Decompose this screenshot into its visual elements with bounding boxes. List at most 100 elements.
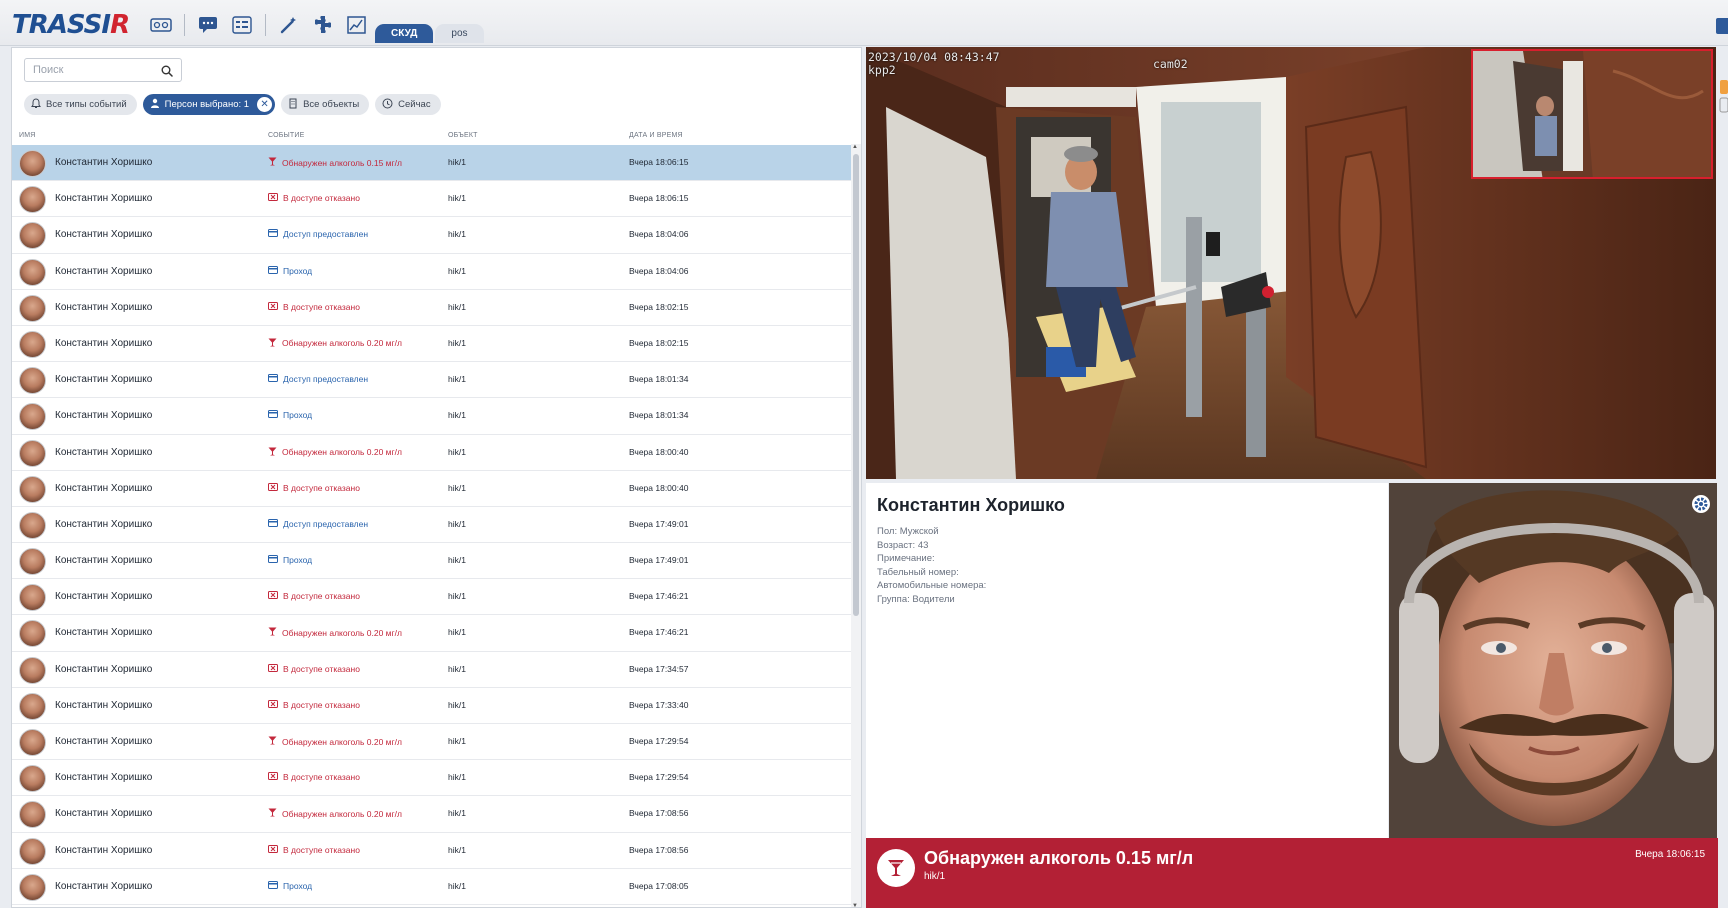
person-photo <box>1389 483 1717 838</box>
row-name: Константин Хоришко <box>55 555 153 567</box>
table-row[interactable]: Константин Хоришко Проход hik/1 Вчера 17:49… <box>12 543 852 580</box>
edit-chart-icon[interactable] <box>344 12 370 38</box>
panel-toggle-icon[interactable] <box>1716 18 1728 34</box>
row-event: Обнаружен алкоголь 0.20 мг/л <box>268 447 402 458</box>
table-row[interactable]: Константин Хоришко Обнаружен алкоголь 0.2… <box>12 326 852 363</box>
toolbar-separator <box>265 14 266 36</box>
table-row[interactable]: Константин Хоришко В доступе отказано hik/… <box>12 181 852 218</box>
avatar <box>19 692 46 720</box>
filter-event-types[interactable]: Все типы событий <box>24 94 137 115</box>
row-object: hik/1 <box>448 193 466 204</box>
table-row[interactable]: Константин Хоришко Обнаружен алкоголь 0.2… <box>12 435 852 471</box>
table-row[interactable]: Константин Хоришко Проход hik/1 Вчера 18:01… <box>12 398 852 435</box>
table-row[interactable]: Константин Хоришко В доступе отказано hik/… <box>12 471 852 507</box>
filter-objects[interactable]: Все объекты <box>281 94 370 115</box>
table-row[interactable]: Константин Хоришко Проход hik/1 Вчера 17:08… <box>12 869 852 905</box>
row-event-label: Обнаружен алкоголь 0.20 мг/л <box>282 627 402 638</box>
tab-pos[interactable]: pos <box>435 24 484 43</box>
puzzle-icon[interactable] <box>310 12 336 38</box>
row-datetime: Вчера 18:01:34 <box>629 410 689 421</box>
tape-icon[interactable] <box>148 12 174 38</box>
table-row[interactable]: Константин Хоришко Обнаружен алкоголь 0.2… <box>12 724 852 761</box>
table-scrollbar[interactable]: ▲ ▼ <box>851 144 861 907</box>
alert-time: Вчера 18:06:15 <box>1635 849 1705 860</box>
person-attributes: Пол: Мужской Возраст: 43 Примечание: Таб… <box>877 525 986 607</box>
column-header-name[interactable]: ИМЯ <box>19 132 36 139</box>
table-row[interactable]: Константин Хоришко Доступ предоставлен hik… <box>12 507 852 544</box>
card-denied-icon <box>268 482 278 493</box>
row-event: Обнаружен алкоголь 0.20 мг/л <box>268 736 402 747</box>
search-input[interactable] <box>33 62 153 78</box>
table-row[interactable]: Константин Хоришко В доступе отказано hik/… <box>12 290 852 326</box>
scroll-down-icon[interactable]: ▼ <box>852 903 858 907</box>
avatar <box>19 584 46 612</box>
tab-skud[interactable]: СКУД <box>375 24 434 43</box>
table-row[interactable]: Константин Хоришко В доступе отказано hik/… <box>12 688 852 724</box>
column-header-object[interactable]: ОБЪЕКТ <box>448 132 478 139</box>
filter-label: Сейчас <box>398 99 431 110</box>
gear-icon[interactable] <box>1691 494 1711 514</box>
pip-camera-view[interactable] <box>1471 49 1713 179</box>
row-name: Константин Хоришко <box>55 301 153 313</box>
row-event-label: Проход <box>283 555 313 566</box>
column-header-datetime[interactable]: ДАТА И ВРЕМЯ <box>629 132 683 139</box>
table-row[interactable]: Константин Хоришко В доступе отказано hik/… <box>12 579 852 616</box>
table-row[interactable]: Константин Хоришко Проход hik/1 Вчера 18:04… <box>12 254 852 290</box>
row-object: hik/1 <box>448 410 466 421</box>
row-name: Константин Хоришко <box>55 482 153 494</box>
list-icon[interactable] <box>229 12 255 38</box>
column-header-event[interactable]: СОБЫТИЕ <box>268 132 305 139</box>
row-object: hik/1 <box>448 446 466 457</box>
table-row[interactable]: Константин Хоришко Доступ предоставлен hik… <box>12 362 852 399</box>
chat-icon[interactable] <box>195 12 221 38</box>
row-name: Константин Хоришко <box>55 446 153 458</box>
avatar <box>19 330 46 358</box>
row-name: Константин Хоришко <box>55 699 153 711</box>
table-row[interactable]: Константин Хоришко Доступ предоставлен hik… <box>12 217 852 254</box>
search-icon[interactable] <box>161 64 173 82</box>
card-icon <box>268 374 278 384</box>
table-header: ИМЯ СОБЫТИЕ ОБЪЕКТ ДАТА И ВРЕМЯ <box>12 129 852 143</box>
row-datetime: Вчера 18:02:15 <box>629 301 689 312</box>
row-name: Константин Хоришко <box>55 772 153 784</box>
avatar <box>19 222 46 250</box>
avatar <box>19 729 46 756</box>
person-name: Константин Хоришко <box>877 495 1065 515</box>
row-event: Обнаружен алкоголь 0.20 мг/л <box>268 338 402 349</box>
row-datetime: Вчера 17:08:56 <box>629 808 689 819</box>
row-object: hik/1 <box>448 374 466 385</box>
table-row[interactable]: Константин Хоришко В доступе отказано hik/… <box>12 652 852 688</box>
table-row[interactable]: Константин Хоришко В доступе отказано hik/… <box>12 833 852 869</box>
avatar <box>19 403 46 431</box>
toolbar-separator <box>184 14 185 36</box>
camera-timestamp: 2023/10/04 08:43:47 kpp2 <box>868 50 1000 77</box>
card-denied-icon <box>268 193 278 203</box>
row-event-label: В доступе отказано <box>283 482 360 493</box>
row-object: hik/1 <box>448 301 466 312</box>
scroll-up-icon[interactable]: ▲ <box>852 144 858 150</box>
wand-icon[interactable] <box>276 12 302 38</box>
row-event: В доступе отказано <box>268 301 360 312</box>
card-denied-icon <box>268 301 278 312</box>
row-datetime: Вчера 18:02:15 <box>629 337 689 348</box>
filter-time[interactable]: Сейчас <box>375 94 441 115</box>
row-datetime: Вчера 17:46:21 <box>629 627 689 638</box>
row-name: Константин Хоришко <box>55 736 153 747</box>
card-denied-icon <box>268 772 278 782</box>
clear-filter-icon[interactable]: ✕ <box>257 97 273 112</box>
alert-banner[interactable]: Обнаружен алкоголь 0.15 мг/л hik/1 Вчера… <box>866 838 1718 908</box>
alert-object: hik/1 <box>924 871 946 882</box>
filter-persons[interactable]: Персон выбрано: 1 ✕ <box>142 94 276 115</box>
row-datetime: Вчера 17:46:21 <box>629 591 689 602</box>
camera-view[interactable]: 2023/10/04 08:43:47 kpp2 cam02 <box>866 47 1716 479</box>
row-event: Проход <box>268 265 312 276</box>
table-row[interactable]: Константин Хоришко В доступе отказано hik/… <box>12 760 852 797</box>
table-row[interactable]: Константин Хоришко Обнаружен алкоголь 0.2… <box>12 615 852 652</box>
search-box <box>24 58 182 82</box>
table-row[interactable]: Константин Хоришко Обнаружен алкоголь 0.1… <box>12 145 852 182</box>
alert-title: Обнаружен алкоголь 0.15 мг/л <box>924 848 1194 868</box>
row-object: hik/1 <box>448 808 466 819</box>
scrollbar-thumb[interactable] <box>853 154 859 616</box>
row-event-label: В доступе отказано <box>283 193 360 204</box>
table-row[interactable]: Константин Хоришко Обнаружен алкоголь 0.2… <box>12 796 852 833</box>
